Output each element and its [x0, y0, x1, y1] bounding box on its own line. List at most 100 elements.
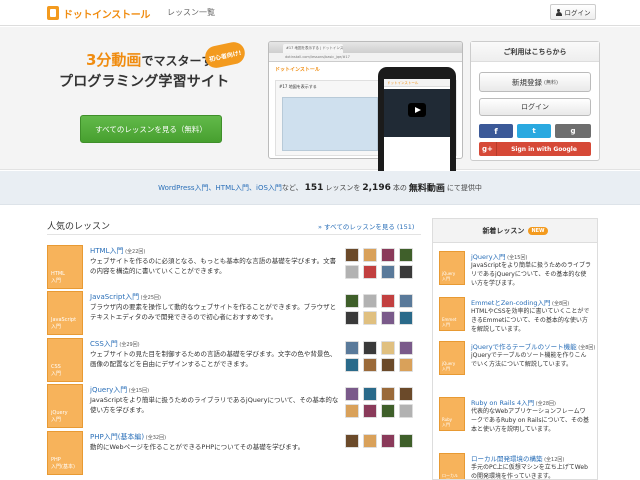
avatar[interactable]	[381, 341, 395, 355]
new-lesson-thumbnail[interactable]: Emmet 入門	[439, 297, 465, 331]
avatar[interactable]	[381, 311, 395, 325]
avatar[interactable]	[363, 341, 377, 355]
lesson-row[interactable]: CSS 入門 CSS入門 (全29回) ウェブサイトの見た目を制御するための言語の基礎…	[47, 338, 421, 382]
avatar[interactable]	[381, 404, 395, 418]
new-lesson-title-link[interactable]: EmmetとZen-coding入門 (全8回)	[471, 297, 569, 307]
avatar[interactable]	[363, 265, 377, 279]
avatar[interactable]	[345, 358, 359, 372]
stats-strip: WordPress入門、HTML入門、iOS入門 など、 151 レッスンを 2…	[0, 171, 640, 205]
avatar[interactable]	[363, 311, 377, 325]
lesson-thumbnail[interactable]: HTML 入門	[47, 245, 83, 289]
browser-url: dotinstall.com/lessons/basic_jqe/#17	[269, 53, 462, 62]
new-lesson-item[interactable]: Ruby 入門 Ruby on Rails 4入門 (全28回) 代表的なWebアプリ…	[439, 397, 593, 441]
google-login-label: Sign in with Google	[511, 145, 577, 153]
register-button[interactable]: 新規登録 (無料)	[479, 72, 591, 92]
avatar[interactable]	[381, 294, 395, 308]
lesson-thumbnail[interactable]: JavaScript 入門	[47, 291, 83, 335]
avatar[interactable]	[381, 358, 395, 372]
new-lesson-title: jQuery入門	[471, 253, 506, 261]
avatar[interactable]	[399, 404, 413, 418]
avatar[interactable]	[345, 404, 359, 418]
phone-mockup: ドットインストール	[378, 67, 456, 187]
twitter-login-button[interactable]: t	[517, 124, 551, 138]
new-lesson-item[interactable]: Emmet 入門 EmmetとZen-coding入門 (全8回) HTMLやCSSを…	[439, 297, 593, 341]
new-lesson-title-link[interactable]: jQueryで作るテーブルのソート機能 (全8回)	[471, 341, 595, 351]
avatar[interactable]	[381, 248, 395, 262]
avatar[interactable]	[345, 387, 359, 401]
mock-map	[282, 97, 378, 151]
all-lessons-cta-button[interactable]: すべてのレッスンを見る（無料）	[80, 115, 222, 143]
all-lessons-link[interactable]: » すべてのレッスンを見る (151)	[318, 221, 414, 231]
avatar[interactable]	[399, 265, 413, 279]
stats-lesson-links[interactable]: WordPress入門、HTML入門、iOS入門	[158, 183, 282, 193]
avatar[interactable]	[345, 311, 359, 325]
avatar[interactable]	[399, 294, 413, 308]
mock-logo: ドットインストール	[275, 67, 320, 73]
logo-icon	[47, 6, 59, 20]
lesson-title-link[interactable]: CSS入門 (全29回)	[90, 339, 140, 349]
facebook-icon: f	[494, 126, 498, 136]
lesson-title-link[interactable]: PHP入門(基本編) (全32回)	[90, 432, 166, 442]
facebook-login-button[interactable]: f	[479, 124, 513, 138]
stats-text-4: にて提供中	[446, 183, 482, 192]
header-login-button[interactable]: ログイン	[550, 4, 596, 20]
lesson-thumbnail[interactable]: CSS 入門	[47, 338, 83, 382]
avatar[interactable]	[399, 434, 413, 448]
stats-text-3: 本の	[392, 183, 407, 192]
new-lesson-title-link[interactable]: jQuery入門 (全15回)	[471, 251, 527, 261]
lesson-episode-count: (全15回)	[127, 388, 150, 394]
avatar[interactable]	[363, 358, 377, 372]
phone-video	[384, 89, 450, 137]
lesson-row[interactable]: HTML 入門 HTML入門 (全22回) ウェブサイトを作るのに必須となる、もっとも…	[47, 245, 421, 289]
avatar[interactable]	[363, 248, 377, 262]
phone-header: ドットインストール	[384, 79, 450, 87]
lesson-row[interactable]: jQuery 入門 jQuery入門 (全15回) JavaScriptをより簡単に扱…	[47, 384, 421, 428]
new-lesson-title-link[interactable]: Ruby on Rails 4入門 (全28回)	[471, 397, 556, 407]
avatar[interactable]	[363, 294, 377, 308]
new-lesson-thumbnail[interactable]: jQuery 入門	[439, 341, 465, 375]
new-lessons-title: 新着レッスン	[482, 226, 525, 235]
avatar[interactable]	[399, 387, 413, 401]
avatar[interactable]	[399, 358, 413, 372]
new-lesson-description: 手元のPC上に仮想マシンを立ち上げてWebの開発環境を作っていきます。	[471, 464, 588, 480]
avatar[interactable]	[399, 341, 413, 355]
lesson-title-link[interactable]: HTML入門 (全22回)	[90, 246, 145, 256]
avatar[interactable]	[381, 434, 395, 448]
avatar[interactable]	[363, 404, 377, 418]
panel-login-button[interactable]: ログイン	[479, 98, 591, 116]
avatar[interactable]	[399, 311, 413, 325]
github-login-button[interactable]: g	[555, 124, 591, 138]
avatar[interactable]	[345, 434, 359, 448]
avatar[interactable]	[399, 248, 413, 262]
avatar[interactable]	[363, 434, 377, 448]
lesson-row[interactable]: JavaScript 入門 JavaScript入門 (全25回) ブラウザ内の要素を…	[47, 291, 421, 335]
site-logo[interactable]: ドットインストール	[47, 4, 150, 22]
lesson-title: PHP入門(基本編)	[90, 433, 145, 441]
avatar[interactable]	[381, 265, 395, 279]
new-lesson-thumbnail[interactable]: ローカル入門	[439, 453, 465, 479]
beginner-badge: 初心者向け!	[203, 40, 247, 70]
browser-tab: #17 地図を表示する | ドットインストール	[283, 44, 343, 53]
avatar[interactable]	[381, 387, 395, 401]
lesson-row[interactable]: PHP 入門(基本) PHP入門(基本編) (全32回) 動的にWebページを作ること…	[47, 431, 421, 475]
lesson-thumbnail[interactable]: PHP 入門(基本)	[47, 431, 83, 475]
google-login-button[interactable]: g+ Sign in with Google	[479, 142, 591, 156]
avatar[interactable]	[345, 294, 359, 308]
avatar[interactable]	[345, 341, 359, 355]
new-lesson-item[interactable]: ローカル入門ローカル開発環境の構築 (全12回)手元のPC上に仮想マシンを立ち上…	[439, 453, 593, 480]
new-lesson-title: Ruby on Rails 4入門	[471, 399, 535, 407]
avatar[interactable]	[345, 248, 359, 262]
avatar[interactable]	[345, 265, 359, 279]
nav-lessons-link[interactable]: レッスン一覧	[167, 7, 215, 18]
avatar[interactable]	[363, 387, 377, 401]
new-lesson-title-link[interactable]: ローカル開発環境の構築 (全12回)	[471, 453, 564, 463]
new-lesson-thumbnail[interactable]: jQuery 入門	[439, 251, 465, 285]
new-lesson-item[interactable]: jQuery 入門 jQuery入門 (全15回) JavaScriptをより簡単に扱…	[439, 251, 593, 295]
lesson-thumbnail[interactable]: jQuery 入門	[47, 384, 83, 428]
new-lesson-thumbnail[interactable]: Ruby 入門	[439, 397, 465, 431]
thumb-label: 入門	[442, 276, 450, 281]
lesson-title-link[interactable]: JavaScript入門 (全25回)	[90, 292, 161, 302]
new-lesson-description: JavaScriptをより簡単に扱うためのライブラリであるjQueryについて、…	[471, 262, 591, 287]
new-lesson-item[interactable]: jQuery 入門 jQueryで作るテーブルのソート機能 (全8回) jQueryで…	[439, 341, 595, 385]
lesson-title-link[interactable]: jQuery入門 (全15回)	[90, 385, 149, 395]
